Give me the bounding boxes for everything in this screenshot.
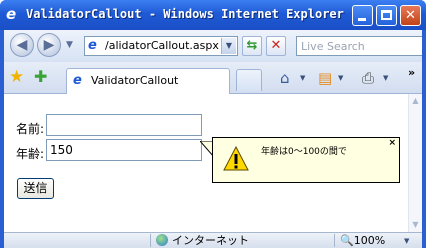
tab-label: ValidatorCallout [91, 74, 179, 87]
home-dropdown-icon[interactable]: ▼ [300, 74, 305, 82]
zoom-magnifier-icon: 🔍 [340, 234, 354, 247]
navigation-bar: ◀ ▶ ▼ e /alidatorCallout.aspx ▼ ⇆ ✕ Live… [4, 30, 422, 62]
favorites-star-icon[interactable]: ★ [9, 68, 24, 86]
feeds-dropdown-icon[interactable]: ▼ [338, 74, 343, 82]
title-bar[interactable]: e ValidatorCallout - Windows Internet Ex… [0, 0, 426, 30]
maximize-icon [381, 10, 392, 20]
back-button[interactable]: ◀ [10, 33, 34, 57]
stop-button[interactable]: ✕ [266, 36, 286, 56]
feeds-icon[interactable]: ▤ [318, 70, 332, 86]
submit-button[interactable]: 送信 [17, 178, 54, 199]
warning-icon [223, 146, 249, 171]
name-input[interactable] [46, 114, 202, 136]
zone-label: インターネット [172, 234, 249, 247]
page-content: 名前: 年齢: 150 送信 年齢は0～100の間で × [4, 94, 408, 232]
print-dropdown-icon[interactable]: ▼ [383, 74, 388, 82]
add-favorites-icon[interactable]: ✚ [34, 68, 47, 86]
print-icon[interactable]: ⎙ [362, 70, 374, 86]
search-input[interactable]: Live Search [296, 36, 422, 56]
status-bar: インターネット 🔍100% ▼ [4, 232, 422, 248]
address-text: /alidatorCallout.aspx [105, 39, 219, 52]
name-label: 名前: [16, 122, 45, 136]
search-placeholder: Live Search [301, 40, 365, 53]
page-icon: e [88, 38, 97, 53]
home-icon[interactable]: ⌂ [280, 70, 290, 86]
globe-icon [156, 234, 168, 246]
address-bar[interactable]: e /alidatorCallout.aspx ▼ [84, 36, 238, 56]
address-dropdown-button[interactable]: ▼ [221, 38, 236, 54]
status-divider [334, 234, 335, 247]
client-area: ◀ ▶ ▼ e /alidatorCallout.aspx ▼ ⇆ ✕ Live… [4, 30, 422, 248]
refresh-button[interactable]: ⇆ [242, 36, 262, 56]
minimize-button[interactable] [352, 5, 373, 26]
close-window-button[interactable]: ✕ [400, 5, 421, 26]
validator-callout: 年齢は0～100の間で × [212, 137, 400, 183]
forward-button[interactable]: ▶ [37, 33, 61, 57]
scroll-up-arrow-icon[interactable]: ▲ [409, 94, 422, 108]
new-tab-button[interactable] [236, 69, 262, 91]
vertical-scrollbar[interactable]: ▲ ▼ [408, 94, 422, 232]
age-value: 150 [50, 143, 73, 157]
security-zone[interactable]: インターネット [156, 233, 249, 248]
browser-window: e ValidatorCallout - Windows Internet Ex… [0, 0, 426, 248]
callout-close-button[interactable]: × [388, 138, 396, 148]
zoom-dropdown-icon[interactable]: ▼ [404, 237, 409, 245]
maximize-button[interactable] [376, 5, 397, 26]
age-input[interactable]: 150 [46, 139, 202, 161]
tab-page-icon: e [73, 73, 82, 88]
window-title: ValidatorCallout - Windows Internet Expl… [26, 7, 344, 21]
minimize-icon [358, 18, 366, 21]
age-label: 年齢: [16, 147, 45, 161]
recent-pages-dropdown-icon[interactable]: ▼ [66, 40, 73, 50]
tab-bar: ★ ✚ e ValidatorCallout ⌂ ▼ ▤ ▼ ⎙ ▼ » [4, 62, 422, 94]
scroll-down-arrow-icon[interactable]: ▼ [409, 218, 422, 232]
ie-logo-icon: e [6, 5, 17, 23]
tab-validatorcallout[interactable]: e ValidatorCallout [66, 68, 230, 94]
zoom-control[interactable]: 🔍100% [340, 233, 385, 248]
more-commands-chevron-icon[interactable]: » [408, 66, 415, 79]
callout-message: 年齢は0～100の間で [261, 147, 347, 157]
zoom-level: 100% [353, 234, 386, 247]
status-divider [150, 234, 151, 247]
close-icon: ✕ [405, 8, 416, 23]
